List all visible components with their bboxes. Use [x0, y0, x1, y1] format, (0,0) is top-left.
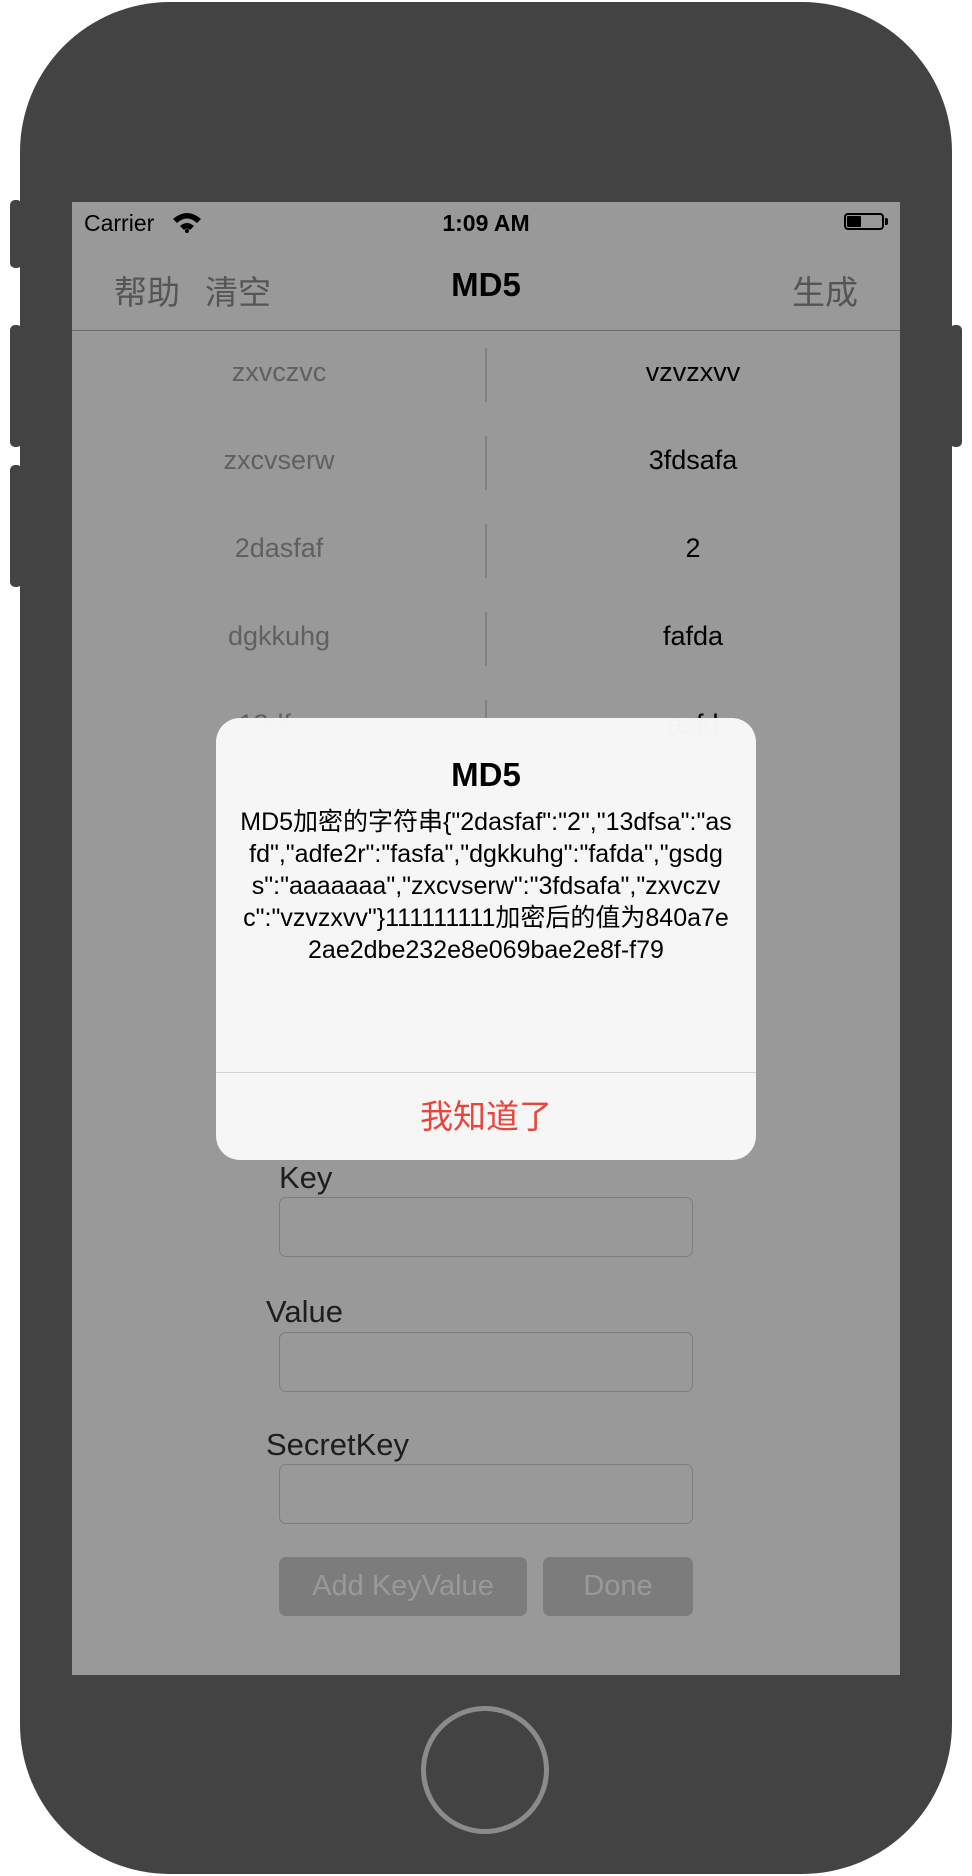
- mute-switch: [10, 200, 22, 268]
- volume-down-button: [10, 465, 22, 587]
- alert-message: MD5加密的字符串{"2dasfaf":"2","13dfsa":"asfd",…: [240, 808, 732, 964]
- power-button: [950, 325, 962, 447]
- home-button[interactable]: [421, 1706, 549, 1834]
- acknowledge-button[interactable]: 我知道了: [216, 1073, 756, 1160]
- screen: Carrier 1:09 AM 帮助 清空 MD5 生成 zxvczvc vzv…: [72, 202, 900, 1675]
- alert-title: MD5: [451, 756, 521, 793]
- alert-dialog: MD5 MD5加密的字符串{"2dasfaf":"2","13dfsa":"as…: [216, 718, 756, 1160]
- volume-up-button: [10, 325, 22, 447]
